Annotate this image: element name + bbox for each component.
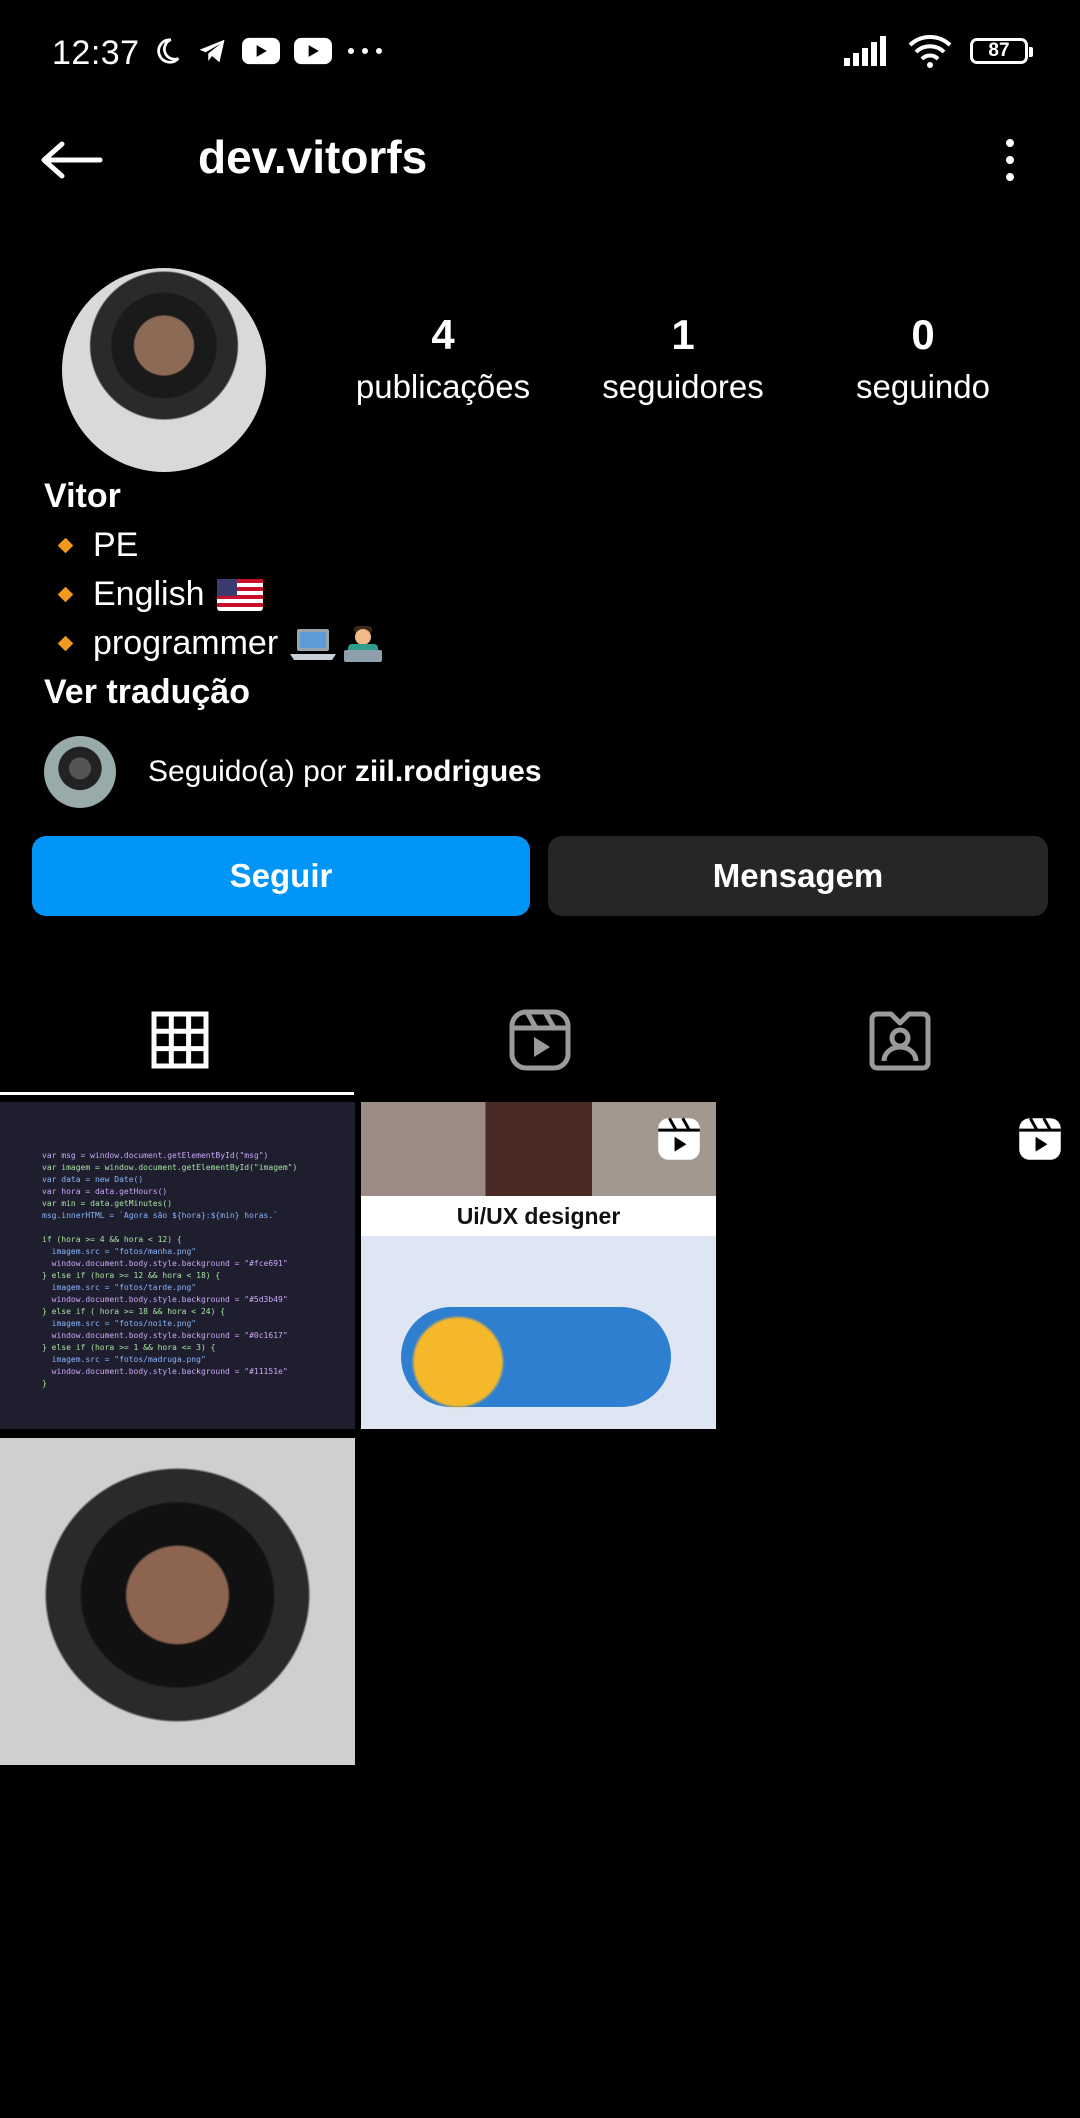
more-notifications-icon xyxy=(348,48,382,54)
bio-line: PE xyxy=(44,521,386,570)
arrow-left-icon xyxy=(41,141,103,179)
diamond-bullet-icon xyxy=(57,586,74,603)
diamond-bullet-icon xyxy=(57,537,74,554)
active-tab-indicator xyxy=(0,1092,354,1095)
stat-followers[interactable]: 1 seguidores xyxy=(568,311,798,406)
profile-bio: Vitor PE English programmer Ver tradução xyxy=(44,472,386,717)
status-time: 12:37 xyxy=(52,34,140,72)
stat-posts[interactable]: 4 publicações xyxy=(328,311,558,406)
laptop-icon xyxy=(290,627,337,661)
stat-following[interactable]: 0 seguindo xyxy=(808,311,1038,406)
signal-icon xyxy=(844,36,886,66)
bio-line: programmer xyxy=(44,619,386,668)
wifi-icon xyxy=(908,35,952,68)
ux-toggle-knob xyxy=(413,1317,503,1407)
post-thumbnail-code[interactable]: var msg = window.document.getElementById… xyxy=(0,1102,355,1429)
see-translation-link[interactable]: Ver tradução xyxy=(44,668,386,717)
bio-line-text: PE xyxy=(93,526,139,564)
stat-posts-label: publicações xyxy=(355,368,531,406)
page-title: dev.vitorfs xyxy=(198,131,428,183)
battery-indicator: 87 xyxy=(970,38,1033,64)
back-button[interactable] xyxy=(40,130,120,190)
more-options-button[interactable] xyxy=(990,132,1030,188)
post-thumbnail-ux[interactable]: Ui/UX designer xyxy=(361,1102,716,1429)
post-thumbnail-portrait[interactable] xyxy=(0,1438,355,1765)
youtube-icon xyxy=(242,37,280,65)
tab-grid[interactable] xyxy=(0,980,360,1100)
status-system-icons: 87 xyxy=(844,34,1033,68)
bio-line-text: English xyxy=(93,575,205,613)
telegram-icon xyxy=(199,39,225,63)
tab-tagged[interactable] xyxy=(720,980,1080,1100)
tab-reels[interactable] xyxy=(360,980,720,1100)
youtube-icon xyxy=(294,37,332,65)
followed-by-prefix: Seguido(a) por xyxy=(148,755,347,788)
tagged-icon xyxy=(869,1011,931,1071)
follower-avatar xyxy=(44,736,116,808)
stat-posts-count: 4 xyxy=(431,311,455,358)
reel-badge-icon xyxy=(658,1117,700,1160)
diamond-bullet-icon xyxy=(57,635,74,652)
bio-line-text: programmer xyxy=(93,624,279,662)
followed-by-username: ziil.rodrigues xyxy=(354,755,542,788)
moon-icon xyxy=(157,38,180,64)
code-screenshot: var msg = window.document.getElementById… xyxy=(42,1151,298,1388)
ux-caption: Ui/UX designer xyxy=(361,1196,716,1236)
us-flag-icon xyxy=(216,578,263,611)
grid-icon xyxy=(151,1011,209,1069)
stat-followers-count: 1 xyxy=(671,311,695,358)
followed-by-row[interactable]: Seguido(a) por ziil.rodrigues xyxy=(44,736,542,808)
stat-following-label: seguindo xyxy=(856,368,990,406)
technologist-icon xyxy=(340,624,386,664)
profile-avatar[interactable] xyxy=(62,268,266,472)
reels-icon xyxy=(509,1009,571,1071)
status-notification-icons xyxy=(152,36,384,66)
profile-name: Vitor xyxy=(44,477,121,515)
stat-following-count: 0 xyxy=(911,311,935,358)
reel-badge-icon xyxy=(1019,1117,1061,1160)
bio-line: English xyxy=(44,570,386,619)
message-button[interactable]: Mensagem xyxy=(548,836,1048,916)
follow-button[interactable]: Seguir xyxy=(32,836,530,916)
followed-by-text: Seguido(a) por ziil.rodrigues xyxy=(148,755,542,789)
post-thumbnail-reel[interactable] xyxy=(722,1102,1077,1429)
stat-followers-label: seguidores xyxy=(602,368,764,406)
